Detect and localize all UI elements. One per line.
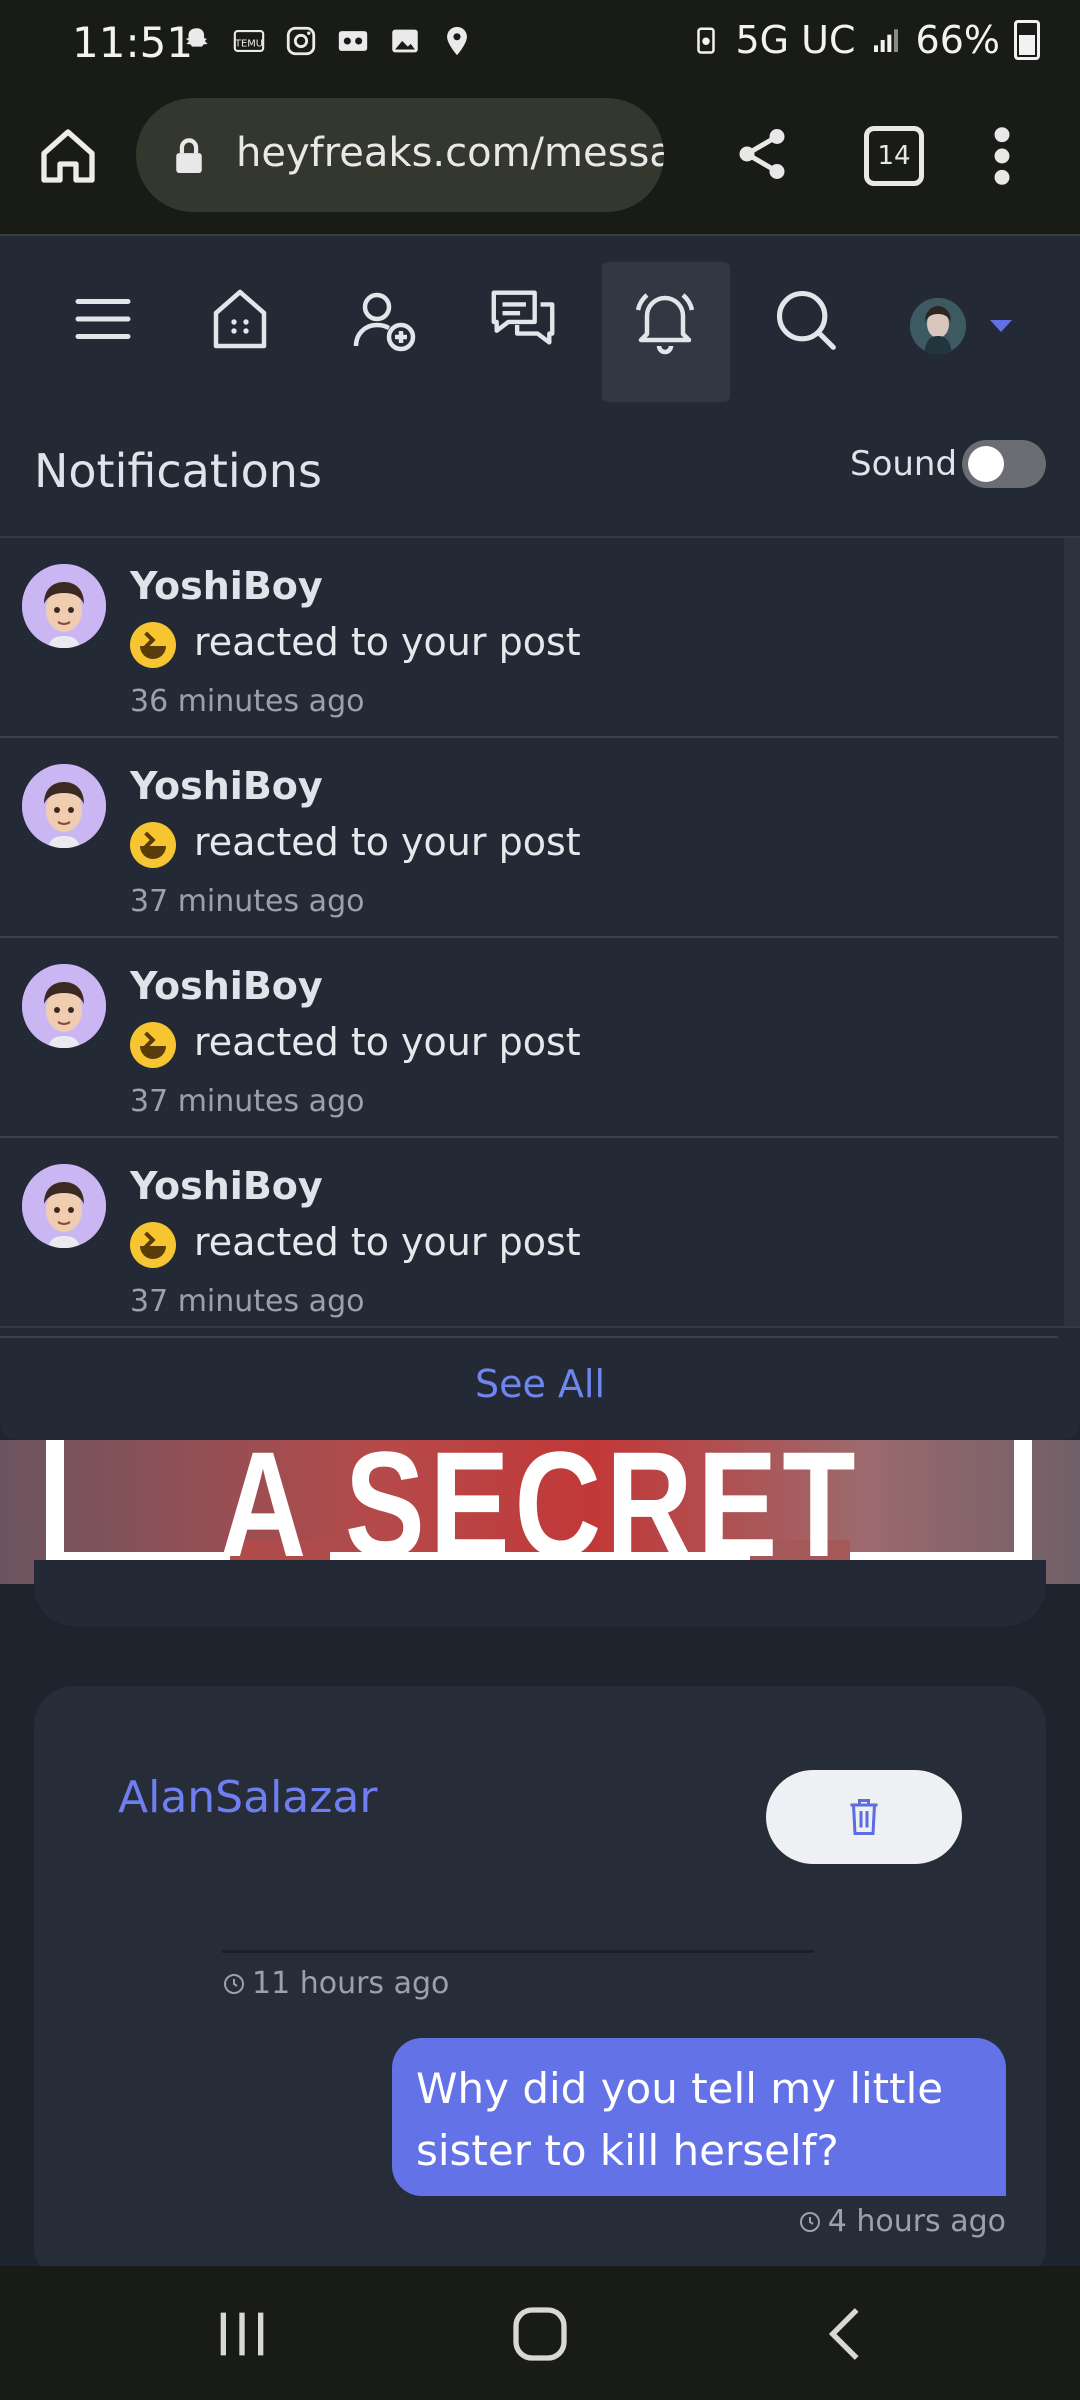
clock-icon [224, 1973, 244, 1994]
laughing-emoji-icon [130, 1022, 176, 1068]
battery-icon [1014, 20, 1040, 60]
delete-button[interactable] [766, 1770, 962, 1864]
trash-icon [850, 1799, 878, 1835]
notification-time: 36 minutes ago [130, 684, 365, 719]
previous-card-bottom [34, 1560, 1046, 1626]
search-icon[interactable] [760, 274, 850, 364]
notification-item[interactable]: YoshiBoy reacted to your post 36 minutes… [0, 538, 1058, 738]
laughing-emoji-icon [130, 822, 176, 868]
message-username[interactable]: AlanSalazar [118, 1772, 377, 1823]
home-icon[interactable] [36, 124, 100, 188]
menu-icon[interactable] [58, 274, 148, 364]
user-avatar [22, 964, 106, 1048]
temu-icon: TEMU [233, 30, 265, 52]
notification-item[interactable]: YoshiBoy reacted to your post 37 minutes… [0, 1138, 1058, 1338]
user-avatar [22, 564, 106, 648]
notification-item[interactable]: YoshiBoy reacted to your post 37 minutes… [0, 938, 1058, 1138]
clock-icon [799, 2211, 820, 2232]
notifications-icon[interactable] [620, 274, 710, 364]
lock-icon [176, 138, 202, 173]
notifications-panel: Notifications Sound YoshiBoy reacted to … [0, 406, 1080, 1440]
snapchat-icon [185, 28, 208, 47]
add-friend-icon[interactable] [338, 274, 428, 364]
svg-text:TEMU: TEMU [234, 39, 263, 50]
notification-text: reacted to your post [194, 620, 581, 664]
network-type: 5G UC [735, 18, 856, 62]
time-text: 11 hours ago [252, 1966, 450, 2001]
laughing-emoji-icon [130, 622, 176, 668]
notification-username[interactable]: YoshiBoy [130, 564, 323, 608]
instagram-icon [286, 26, 316, 56]
voicemail-icon [338, 31, 368, 51]
notification-text: reacted to your post [194, 820, 581, 864]
sound-toggle[interactable] [962, 440, 1046, 488]
overflow-menu-icon[interactable] [982, 124, 1022, 188]
share-icon[interactable] [732, 124, 792, 184]
notification-time: 37 minutes ago [130, 1284, 365, 1319]
see-all-link[interactable]: See All [0, 1326, 1080, 1440]
chevron-down-icon[interactable] [990, 320, 1012, 332]
notification-text: reacted to your post [194, 1020, 581, 1064]
sound-label: Sound [850, 444, 958, 484]
notification-username[interactable]: YoshiBoy [130, 1164, 323, 1208]
browser-toolbar: heyfreaks.com/messag 14 [0, 88, 1080, 236]
user-avatar [22, 764, 106, 848]
battery-saver-icon [697, 27, 716, 54]
notification-username[interactable]: YoshiBoy [130, 964, 323, 1008]
tab-switcher-button[interactable]: 14 [864, 126, 924, 186]
recent-apps-icon[interactable] [210, 2302, 274, 2366]
status-time: 11:51 [72, 18, 194, 67]
signal-icon [873, 29, 898, 52]
messages-icon[interactable] [478, 274, 568, 364]
url-text[interactable]: heyfreaks.com/messag [236, 130, 664, 176]
notifications-title: Notifications [34, 444, 322, 498]
user-avatar [22, 1164, 106, 1248]
notification-time: 37 minutes ago [130, 1084, 365, 1119]
message-time-top: 11 hours ago [222, 1966, 449, 2001]
gallery-icon [392, 29, 418, 53]
system-nav-bar [0, 2266, 1080, 2400]
notification-username[interactable]: YoshiBoy [130, 764, 323, 808]
notification-item[interactable]: YoshiBoy reacted to your post 37 minutes… [0, 738, 1058, 938]
home-nav-icon[interactable] [198, 274, 288, 364]
notification-time: 37 minutes ago [130, 884, 365, 919]
notifications-header: Notifications Sound [0, 406, 1080, 538]
status-icons: TEMU [180, 24, 474, 58]
status-bar: 11:51 TEMU 5G UC 66% [0, 0, 1080, 88]
battery-percent: 66% [915, 18, 1000, 62]
location-icon [447, 26, 467, 56]
notification-text: reacted to your post [194, 1220, 581, 1264]
address-bar[interactable]: heyfreaks.com/messag [136, 98, 664, 212]
divider [222, 1950, 814, 1953]
status-right: 5G UC 66% [691, 18, 1040, 62]
notifications-list: YoshiBoy reacted to your post 36 minutes… [0, 538, 1058, 1338]
notifications-scrollbar[interactable] [1064, 538, 1080, 1328]
site-navbar [0, 236, 1080, 406]
laughing-emoji-icon [130, 1222, 176, 1268]
home-button-icon[interactable] [508, 2302, 572, 2366]
message-time-bottom: 4 hours ago [798, 2204, 1006, 2239]
back-icon[interactable] [814, 2302, 878, 2366]
message-bubble: Why did you tell my little sister to kil… [392, 2038, 1006, 2196]
time-text: 4 hours ago [827, 2204, 1006, 2239]
message-card: AlanSalazar 11 hours ago Why did you tel… [34, 1686, 1046, 2286]
avatar[interactable] [910, 298, 966, 354]
toggle-knob [968, 446, 1004, 482]
